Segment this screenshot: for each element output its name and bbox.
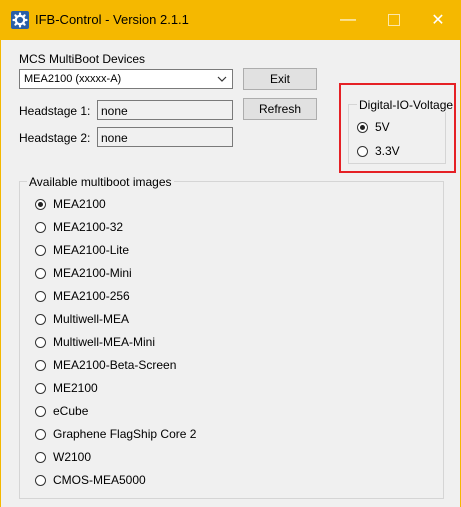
image-option-label: ME2100	[53, 381, 98, 395]
close-icon: ✕	[431, 12, 445, 29]
radio-unselected-icon	[35, 405, 46, 417]
radio-unselected-icon	[35, 244, 46, 256]
image-option-cmos-mea5000[interactable]: CMOS-MEA5000	[35, 473, 146, 487]
radio-unselected-icon	[35, 221, 46, 233]
image-option-label: MEA2100-Mini	[53, 266, 132, 280]
image-option-multiwell-mea[interactable]: Multiwell-MEA	[35, 312, 129, 326]
radio-unselected-icon	[35, 382, 46, 394]
image-option-label: Multiwell-MEA-Mini	[53, 335, 156, 349]
radio-unselected-icon	[35, 474, 46, 486]
maximize-button[interactable]	[371, 0, 417, 40]
image-option-label: MEA2100	[53, 197, 106, 211]
radio-unselected-icon	[35, 451, 46, 463]
headstage-1-value: none	[101, 104, 128, 118]
image-option-mea2100-mini[interactable]: MEA2100-Mini	[35, 266, 132, 280]
image-option-label: Graphene FlagShip Core 2	[53, 427, 197, 441]
close-button[interactable]: ✕	[415, 0, 461, 40]
title-bar[interactable]: IFB-Control - Version 2.1.1 — ✕	[0, 0, 461, 40]
radio-unselected-icon	[35, 359, 46, 371]
headstage-1-label: Headstage 1:	[19, 104, 91, 118]
device-select-value: MEA2100 (xxxxx-A)	[24, 73, 122, 85]
chevron-down-icon	[217, 76, 227, 82]
exit-button[interactable]: Exit	[243, 68, 317, 90]
image-option-label: MEA2100-Beta-Screen	[53, 358, 177, 372]
headstage-2-value: none	[101, 131, 128, 145]
image-option-mea2100-256[interactable]: MEA2100-256	[35, 289, 130, 303]
image-option-mea2100-lite[interactable]: MEA2100-Lite	[35, 243, 129, 257]
image-option-label: MEA2100-256	[53, 289, 130, 303]
image-option-mea2100[interactable]: MEA2100	[35, 197, 106, 211]
refresh-button[interactable]: Refresh	[243, 98, 317, 120]
image-option-label: CMOS-MEA5000	[53, 473, 146, 487]
exit-button-label: Exit	[269, 72, 290, 86]
radio-selected-icon	[35, 198, 46, 210]
image-option-multiwell-mea-mini[interactable]: Multiwell-MEA-Mini	[35, 335, 155, 349]
image-option-mea2100-beta-screen[interactable]: MEA2100-Beta-Screen	[35, 358, 176, 372]
minimize-icon: —	[340, 11, 356, 28]
image-option-ecube[interactable]: eCube	[35, 404, 88, 418]
minimize-button[interactable]: —	[325, 0, 371, 40]
devices-label: MCS MultiBoot Devices	[19, 52, 146, 66]
image-option-w2100[interactable]: W2100	[35, 450, 91, 464]
radio-unselected-icon	[35, 290, 46, 302]
device-select[interactable]: MEA2100 (xxxxx-A)	[19, 69, 233, 89]
image-option-label: MEA2100-Lite	[53, 243, 130, 257]
image-option-graphene-flagship-core-2[interactable]: Graphene FlagShip Core 2	[35, 427, 196, 441]
radio-unselected-icon	[35, 336, 46, 348]
radio-unselected-icon	[35, 267, 46, 279]
window-border-left	[0, 40, 1, 507]
headstage-2-label: Headstage 2:	[19, 131, 91, 145]
highlight-box	[339, 83, 456, 173]
radio-unselected-icon	[35, 428, 46, 440]
image-option-mea2100-32[interactable]: MEA2100-32	[35, 220, 123, 234]
image-option-label: MEA2100-32	[53, 220, 124, 234]
image-option-label: W2100	[53, 450, 92, 464]
refresh-button-label: Refresh	[258, 102, 302, 116]
headstage-1-field[interactable]: none	[97, 100, 233, 120]
image-option-me2100[interactable]: ME2100	[35, 381, 98, 395]
image-option-label: eCube	[53, 404, 89, 418]
images-group-title: Available multiboot images	[27, 175, 174, 189]
headstage-2-field[interactable]: none	[97, 127, 233, 147]
window-title: IFB-Control - Version 2.1.1	[35, 12, 189, 27]
maximize-icon	[388, 14, 400, 26]
app-window: IFB-Control - Version 2.1.1 — ✕ MCS Mult…	[0, 0, 461, 507]
image-option-label: Multiwell-MEA	[53, 312, 130, 326]
radio-unselected-icon	[35, 313, 46, 325]
app-gear-icon	[11, 11, 29, 29]
